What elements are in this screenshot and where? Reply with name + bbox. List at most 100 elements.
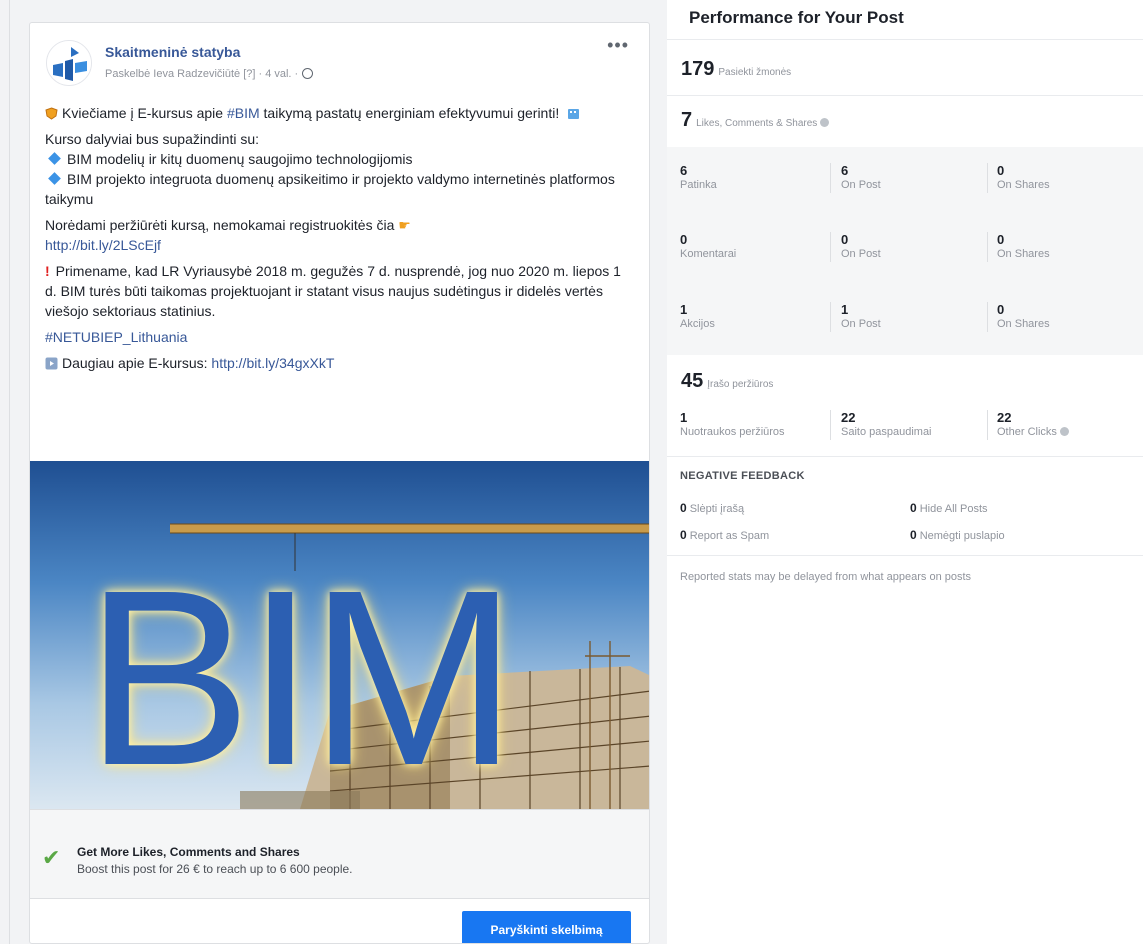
- globe-icon: [302, 68, 314, 79]
- hide-all-posts-value: 0: [910, 501, 917, 515]
- divider: [987, 232, 988, 262]
- divider: [667, 39, 1143, 40]
- building-emoji-icon: [568, 109, 580, 119]
- views-label: Įrašo peržiūros: [707, 379, 774, 390]
- other-clicks-label: Other Clicks: [997, 426, 1057, 438]
- register-block: Norėdami peržiūrėti kursą, nemokamai reg…: [45, 215, 635, 255]
- link-clicks-value: 22: [841, 410, 856, 425]
- comments-on-shares-value: 0: [997, 232, 1005, 247]
- divider: [830, 232, 831, 262]
- divider: [987, 410, 988, 440]
- likes-on-shares-value: 0: [997, 163, 1005, 178]
- hide-post-stat: 0 Slėpti įrašą: [680, 501, 744, 515]
- boost-post-button[interactable]: Paryškinti skelbimą: [462, 911, 631, 943]
- register-link[interactable]: http://bit.ly/2LScEjf: [45, 237, 161, 253]
- engagement-breakdown: 6 Patinka 6 On Post 0 On Shares 0 Komentarai…: [667, 147, 1143, 355]
- shares-on-post-cell: 1 On Post: [841, 302, 881, 330]
- likes-on-shares-cell: 0 On Shares: [997, 163, 1050, 191]
- more-info-link[interactable]: http://bit.ly/34gxXkT: [211, 355, 334, 371]
- intro-text-end: taikymą pastatų energiniam efektyvumui g…: [259, 105, 560, 121]
- participants-text: Kurso dalyviai bus supažindinti su:: [45, 131, 260, 147]
- report-spam-stat: 0 Report as Spam: [680, 528, 769, 542]
- blue-diamond-icon: [48, 152, 61, 165]
- page-logo-icon: [47, 41, 91, 85]
- bullet-item-1: BIM modelių ir kitų duomenų saugojimo te…: [67, 151, 413, 167]
- stats-disclaimer: Reported stats may be delayed from what …: [680, 571, 972, 583]
- checkmark-icon: ✔: [42, 845, 61, 870]
- post-byline: Paskelbė Ieva Radzevičiūtė [?] · 4 val. …: [105, 68, 314, 80]
- photo-views-cell: 1 Nuotraukos peržiūros: [680, 410, 785, 438]
- comments-on-post-label: On Post: [841, 248, 881, 260]
- comments-on-shares-cell: 0 On Shares: [997, 232, 1050, 260]
- post-card: Skaitmeninė statyba Paskelbė Ieva Radzev…: [29, 22, 650, 944]
- info-icon[interactable]: [820, 118, 830, 127]
- performance-title: Performance for Your Post: [689, 8, 904, 27]
- hashtag-block: #NETUBIEP_Lithuania: [45, 327, 635, 347]
- hide-post-label: Slėpti įrašą: [689, 503, 745, 515]
- shares-on-shares-label: On Shares: [997, 318, 1050, 330]
- left-edge: [0, 0, 10, 944]
- photo-views-label: Nuotraukos peržiūros: [680, 426, 785, 438]
- comments-on-post-value: 0: [841, 232, 849, 247]
- report-spam-value: 0: [680, 528, 687, 542]
- link-clicks-cell: 22 Saito paspaudimai: [841, 410, 932, 438]
- shares-on-post-value: 1: [841, 302, 849, 317]
- shares-cell: 1 Akcijos: [680, 302, 715, 330]
- divider: [667, 95, 1143, 96]
- bim-image-text: BIM: [85, 538, 517, 809]
- page-avatar[interactable]: [46, 40, 92, 86]
- play-button-icon: [45, 357, 58, 370]
- likes-on-shares-label: On Shares: [997, 179, 1050, 191]
- unlike-page-value: 0: [910, 528, 917, 542]
- likes-value: 6: [680, 163, 688, 178]
- shares-on-shares-value: 0: [997, 302, 1005, 317]
- hashtag-bim-link[interactable]: #BIM: [227, 105, 260, 121]
- report-spam-label: Report as Spam: [689, 530, 770, 542]
- comments-value: 0: [680, 232, 688, 247]
- likes-label: Patinka: [680, 179, 717, 191]
- likes-cell: 6 Patinka: [680, 163, 717, 191]
- hashtag-netubiep-link[interactable]: #NETUBIEP_Lithuania: [45, 329, 187, 345]
- reach-value: 179: [681, 58, 715, 80]
- other-clicks-label-wrap: Other Clicks: [997, 426, 1069, 438]
- blue-diamond-icon: [48, 172, 61, 185]
- exclamation-icon: !: [45, 263, 50, 279]
- reminder-block: ! Primename, kad LR Vyriausybė 2018 m. ge…: [45, 261, 635, 321]
- photo-views-value: 1: [680, 410, 688, 425]
- hide-post-value: 0: [680, 501, 687, 515]
- page-name[interactable]: Skaitmeninė statyba: [105, 44, 240, 60]
- participants-block: Kurso dalyviai bus supažindinti su: BIM …: [45, 129, 635, 209]
- divider: [987, 163, 988, 193]
- divider: [667, 555, 1143, 556]
- comments-label: Komentarai: [680, 248, 737, 260]
- other-clicks-value: 22: [997, 410, 1012, 425]
- byline-text: Paskelbė Ieva Radzevičiūtė [?] · 4 val. …: [105, 68, 299, 80]
- likes-on-post-label: On Post: [841, 179, 881, 191]
- shares-value: 1: [680, 302, 688, 317]
- divider: [830, 163, 831, 193]
- intro-paragraph: Kviečiame į E-kursus apie #BIM taikymą p…: [45, 103, 635, 123]
- comments-on-post-cell: 0 On Post: [841, 232, 881, 260]
- likes-on-post-value: 6: [841, 163, 849, 178]
- unlike-page-stat: 0 Nemėgti puslapio: [910, 528, 1005, 542]
- shares-label: Akcijos: [680, 318, 715, 330]
- reach-label: Pasiekti žmonės: [718, 67, 792, 78]
- engagement-label: Likes, Comments & Shares: [696, 118, 818, 129]
- post-image[interactable]: BIM: [30, 461, 649, 809]
- post-text: Kviečiame į E-kursus apie #BIM taikymą p…: [45, 103, 635, 379]
- more-info-text: Daugiau apie E-kursus:: [62, 355, 212, 371]
- boost-title: Get More Likes, Comments and Shares: [77, 845, 300, 859]
- divider: [830, 302, 831, 332]
- post-header: Skaitmeninė statyba Paskelbė Ieva Radzev…: [30, 23, 649, 86]
- pointing-hand-icon: ☛: [398, 217, 411, 233]
- boost-subtitle: Boost this post for 26 € to reach up to …: [77, 862, 353, 876]
- more-options-icon[interactable]: •••: [607, 35, 629, 56]
- negative-feedback-title: NEGATIVE FEEDBACK: [680, 470, 805, 482]
- register-text: Norėdami peržiūrėti kursą, nemokamai reg…: [45, 217, 395, 233]
- bullet-item-2: BIM projekto integruota duomenų apsikeit…: [45, 171, 615, 207]
- unlike-page-label: Nemėgti puslapio: [919, 530, 1005, 542]
- info-icon[interactable]: [1059, 427, 1069, 436]
- intro-text: Kviečiame į E-kursus apie: [62, 105, 227, 121]
- engagement-stat: 7 Likes, Comments & Shares: [681, 109, 830, 132]
- reach-stat: 179 Pasiekti žmonės: [681, 58, 791, 81]
